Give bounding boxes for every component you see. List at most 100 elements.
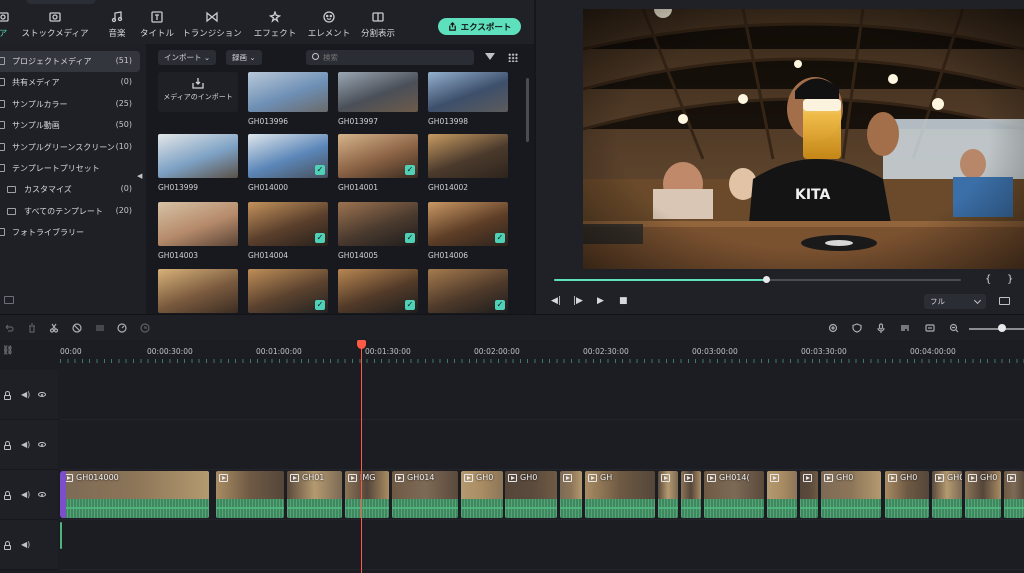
tab-split[interactable]: 分割表示 — [341, 11, 415, 41]
split-scissors-icon[interactable] — [49, 323, 59, 333]
play-icon[interactable]: ▶ — [597, 296, 604, 306]
playback-scrubber-handle[interactable] — [762, 276, 770, 283]
sidebar-item[interactable]: サンプル動画 (50) — [0, 115, 140, 136]
collapse-arrow-icon[interactable]: ◀ — [137, 172, 142, 180]
clip-trim-handle[interactable] — [60, 471, 66, 518]
media-thumbnail[interactable] — [428, 134, 508, 178]
preview-quality-dropdown[interactable]: フル — [924, 294, 986, 309]
timeline-clip[interactable]: GH014 — [392, 471, 458, 518]
import-dropdown[interactable]: インポート ⌄ — [158, 50, 217, 65]
media-thumbnail[interactable]: ✓ — [248, 202, 328, 246]
media-thumbnail[interactable] — [158, 134, 238, 178]
undo-icon[interactable] — [4, 323, 14, 333]
grid-view-icon[interactable] — [508, 53, 518, 62]
disable-icon[interactable] — [72, 323, 82, 333]
timeline-clip[interactable] — [681, 471, 701, 518]
new-folder-icon[interactable] — [4, 296, 14, 304]
media-thumbnail[interactable]: ✓ — [428, 202, 508, 246]
timeline-clip[interactable]: GH0 — [821, 471, 881, 518]
timeline-clip[interactable]: GH0 — [932, 471, 962, 518]
timeline-clip[interactable]: GH0 — [505, 471, 557, 518]
speed-icon[interactable] — [117, 323, 127, 333]
speaker-icon[interactable]: ◀) — [21, 490, 30, 499]
timeline-clip[interactable] — [1004, 471, 1024, 518]
lock-icon[interactable] — [4, 441, 11, 450]
shield-icon[interactable] — [852, 323, 862, 333]
link-icon[interactable]: ⛓ — [2, 346, 13, 356]
sidebar-item[interactable]: プロジェクトメディア (51) — [0, 51, 140, 72]
zoom-slider-handle[interactable] — [998, 324, 1006, 332]
eye-icon[interactable] — [38, 492, 46, 497]
media-thumbnail[interactable] — [428, 72, 508, 112]
timer-icon[interactable] — [140, 323, 150, 333]
timeline-clip[interactable] — [216, 471, 284, 518]
step-forward-icon[interactable]: |▶ — [573, 296, 583, 306]
eye-icon[interactable] — [38, 392, 46, 397]
track-lane-1[interactable] — [60, 370, 1024, 420]
record-dropdown[interactable]: 録画 ⌄ — [226, 50, 262, 65]
track-lane-audio[interactable] — [60, 520, 1024, 570]
zoom-out-icon[interactable] — [949, 323, 959, 333]
delete-icon[interactable] — [27, 323, 37, 333]
playback-progress-bar[interactable] — [554, 276, 961, 283]
timeline-clip[interactable] — [658, 471, 678, 518]
media-thumbnail[interactable]: ✓ — [248, 269, 328, 313]
media-thumbnail[interactable] — [338, 72, 418, 112]
sidebar-item[interactable]: カスタマイズ (0) — [0, 179, 140, 200]
speaker-icon[interactable]: ◀) — [21, 440, 30, 449]
timeline-clip[interactable]: GH — [585, 471, 655, 518]
subtitle-icon[interactable] — [925, 323, 935, 333]
microphone-icon[interactable] — [876, 323, 886, 333]
timeline-clip[interactable]: GH0 — [885, 471, 929, 518]
import-media-tile[interactable]: メディアのインポート — [158, 72, 238, 112]
media-thumbnail[interactable]: ✓ — [248, 134, 328, 178]
media-scrollbar[interactable] — [526, 78, 529, 142]
step-back-icon[interactable]: ◀| — [551, 296, 561, 306]
timeline-clip[interactable]: GH014000 — [61, 471, 209, 518]
mark-in-button[interactable]: { — [985, 274, 991, 285]
media-thumbnail[interactable]: ✓ — [338, 134, 418, 178]
media-thumbnail[interactable]: ✓ — [338, 202, 418, 246]
monitor-icon[interactable] — [999, 297, 1010, 305]
adjust-icon[interactable] — [95, 323, 105, 333]
audio-mix-icon[interactable] — [900, 323, 910, 333]
audio-clip-handle[interactable] — [60, 522, 62, 549]
timeline-clip[interactable]: IMG — [345, 471, 389, 518]
timeline-clip[interactable] — [767, 471, 797, 518]
speaker-icon[interactable]: ◀) — [21, 390, 30, 399]
clip-name: GH — [600, 473, 613, 482]
export-button[interactable]: エクスポート — [438, 18, 521, 35]
track-lane-2[interactable] — [60, 420, 1024, 470]
filter-icon[interactable] — [485, 53, 495, 60]
sidebar-item[interactable]: フォトライブラリー — [0, 222, 140, 243]
timeline-clip[interactable]: GH0 — [965, 471, 1001, 518]
timeline-clip[interactable]: GH0 — [461, 471, 503, 518]
timeline-clip[interactable] — [800, 471, 818, 518]
media-thumbnail[interactable] — [158, 269, 238, 313]
lock-icon[interactable] — [4, 541, 11, 550]
sidebar-item[interactable]: すべてのテンプレート (20) — [0, 201, 140, 222]
lock-icon[interactable] — [4, 391, 11, 400]
clip-name: GH014000 — [76, 473, 119, 482]
mark-out-button[interactable]: } — [1007, 274, 1013, 285]
sidebar-item[interactable]: サンプルカラー (25) — [0, 94, 140, 115]
zoom-slider[interactable] — [969, 328, 1024, 330]
clip-name: GH014 — [407, 473, 435, 482]
stop-icon[interactable]: ■ — [619, 296, 628, 306]
eye-icon[interactable] — [38, 442, 46, 447]
timeline-clip[interactable] — [560, 471, 582, 518]
timeline-clip[interactable]: GH01 — [287, 471, 342, 518]
timeline-ruler[interactable]: ⛓ 00:00 00:00:30:00 00:01:00:00 00:01:30:00… — [0, 340, 1024, 364]
media-thumbnail[interactable]: ✓ — [428, 269, 508, 313]
timeline-clip[interactable]: GH014( — [704, 471, 764, 518]
media-thumbnail[interactable]: ✓ — [338, 269, 418, 313]
sidebar-item[interactable]: 共有メディア (0) — [0, 72, 140, 93]
lock-icon[interactable] — [4, 491, 11, 500]
sidebar-item[interactable]: テンプレートプリセット — [0, 158, 140, 179]
media-thumbnail[interactable] — [248, 72, 328, 112]
media-thumbnail[interactable] — [158, 202, 238, 246]
search-input[interactable] — [323, 51, 463, 64]
render-icon[interactable] — [828, 323, 838, 333]
sidebar-item[interactable]: サンプルグリーンスクリーン (10) — [0, 137, 140, 158]
speaker-icon[interactable]: ◀) — [21, 540, 30, 549]
